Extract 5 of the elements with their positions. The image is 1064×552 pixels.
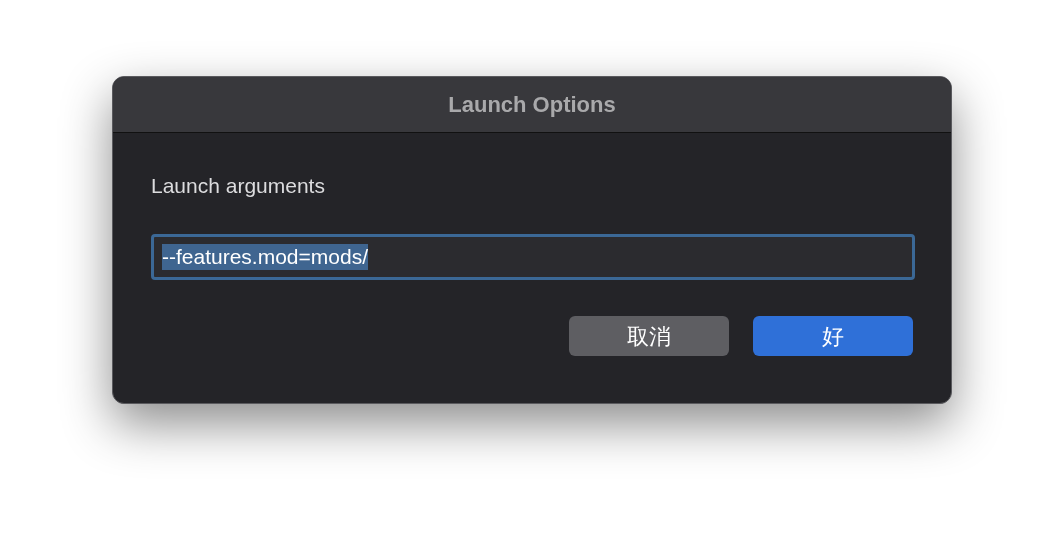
ok-button[interactable]: 好 [753,316,913,356]
input-field[interactable]: --features.mod=mods/ [151,234,915,280]
field-label: Launch arguments [151,175,326,196]
window-title: Launch Options [448,91,616,119]
cancel-button[interactable]: 取消 [569,316,729,356]
